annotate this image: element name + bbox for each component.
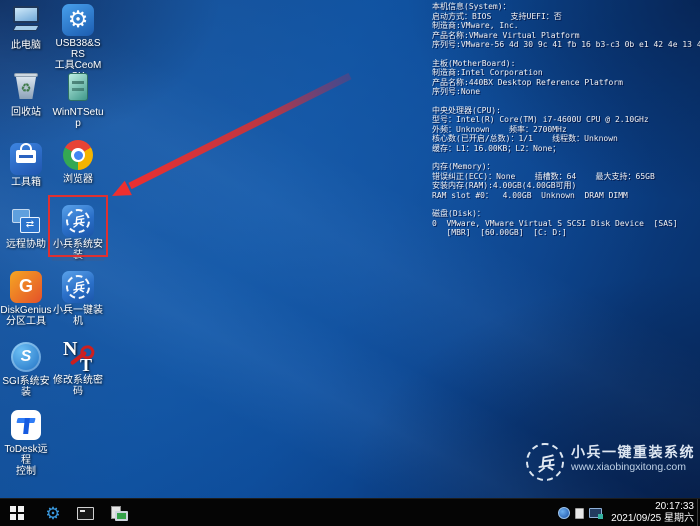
- todesk-icon: [9, 410, 43, 442]
- desktop-icon-recycle-bin[interactable]: ♻ 回收站: [0, 71, 52, 118]
- command-prompt-icon: [77, 507, 94, 520]
- brand-url: www.xiaobingxitong.com: [571, 461, 695, 474]
- sysinfo-line: 序列号:None: [432, 87, 698, 97]
- brand-logo-icon: 兵: [524, 441, 567, 484]
- desktop-icon-this-pc[interactable]: 此电脑: [0, 4, 52, 51]
- desktop-icon-toolbox[interactable]: 工具箱: [0, 139, 52, 188]
- sysinfo-line: 核心数(已开启/总数)：1/1 线程数：Unknown: [432, 134, 698, 144]
- desktop: 此电脑 ⚙ USB38&SRS工具CeoMSX ♻ 回收站 WinNTSetup…: [0, 0, 700, 526]
- gear-icon: ⚙: [61, 4, 95, 36]
- sysinfo-line: 序列号:VMware-56 4d 30 9c 41 fb 16 b3-c3 0b…: [432, 40, 698, 50]
- gear-icon: ⚙: [45, 505, 60, 522]
- icon-label: WinNTSetup: [52, 107, 104, 129]
- desktop-icon-todesk[interactable]: ToDesk远程控制: [0, 409, 52, 477]
- icon-label: 修改系统密码: [52, 375, 104, 397]
- sysinfo-line: 产品名称:VMware Virtual Platform: [432, 31, 698, 41]
- desktop-icon-winntsetup[interactable]: WinNTSetup: [52, 71, 104, 129]
- display-tray-icon[interactable]: [589, 508, 602, 518]
- icon-label: 小兵一键装机: [52, 305, 104, 327]
- system-monitor-icon: [110, 506, 128, 521]
- chrome-browser-icon: [61, 140, 95, 172]
- sysinfo-line: RAM slot #0： 4.00GB Unknown DRAM DIMM: [432, 191, 698, 201]
- desktop-icon-browser[interactable]: 浏览器: [52, 139, 104, 185]
- sysinfo-section-title: 本机信息(System)：: [432, 2, 698, 12]
- icon-label: 工具箱: [0, 177, 52, 188]
- desktop-icon-remote-assist[interactable]: ⇄ 远程协助: [0, 205, 52, 250]
- sysinfo-line: 产品名称:440BX Desktop Reference Platform: [432, 78, 698, 88]
- sysinfo-section-title: 磁盘(Disk)：: [432, 209, 698, 219]
- xiaobing-logo-icon: 兵: [61, 271, 95, 303]
- windows-logo-icon: [10, 506, 25, 521]
- start-button[interactable]: [2, 499, 32, 526]
- taskbar: ⚙ 20:17:33 2021/09/25 星期六: [0, 498, 700, 526]
- taskbar-system-monitor-button[interactable]: [104, 499, 134, 526]
- brand-watermark: 兵 小兵一键重装系统 www.xiaobingxitong.com: [526, 443, 695, 481]
- sysinfo-line: 外频：Unknown 频率：2700MHz: [432, 125, 698, 135]
- clock-date: 2021/09/25 星期六: [611, 513, 694, 525]
- desktop-icon-xiaobing-onekey[interactable]: 兵 小兵一键装机: [52, 271, 104, 327]
- remote-assist-icon: ⇄: [9, 205, 43, 237]
- sysinfo-section-title: 中央处理器(CPU):: [432, 106, 698, 116]
- sysinfo-section-title: 主板(MotherBoard):: [432, 59, 698, 69]
- toolbox-icon: [9, 143, 43, 175]
- network-globe-icon[interactable]: [558, 507, 570, 519]
- icon-label: 远程协助: [0, 239, 52, 250]
- icon-label: SGI系统安装: [0, 376, 52, 398]
- icon-label: 小兵系统安装: [52, 239, 104, 261]
- sysinfo-section-title: 内存(Memory)：: [432, 162, 698, 172]
- system-info-panel: 本机信息(System)：启动方式：BIOS 支持UEFI：否制造商:VMwar…: [432, 2, 698, 238]
- diskgenius-icon: G: [9, 271, 43, 303]
- desktop-icon-sgi-install[interactable]: S SGI系统安装: [0, 341, 52, 398]
- xiaobing-logo-icon: 兵: [61, 205, 95, 237]
- icon-label: 此电脑: [0, 40, 52, 51]
- icon-label: ToDesk远程控制: [0, 444, 52, 477]
- sysinfo-line: 缓存：L1：16.00KB；L2：None；: [432, 144, 698, 154]
- sysinfo-line: 0 VMware, VMware Virtual S SCSI Disk Dev…: [432, 219, 698, 229]
- brand-name: 小兵一键重装系统: [571, 443, 695, 461]
- recycle-bin-icon: ♻: [9, 73, 43, 105]
- desktop-icon-change-password[interactable]: NT 修改系统密码: [52, 341, 104, 397]
- sysinfo-line: 型号：Intel(R) Core(TM) i7-4600U CPU @ 2.10…: [432, 115, 698, 125]
- sysinfo-line: 错误纠正(ECC)：None 插槽数：64 最大支持：65GB: [432, 172, 698, 182]
- clock-time: 20:17:33: [611, 501, 694, 513]
- taskbar-installer-gear-button[interactable]: ⚙: [38, 499, 68, 526]
- system-tray: [558, 499, 602, 526]
- nt-key-icon: NT: [61, 341, 95, 373]
- icon-label: DiskGenius分区工具: [0, 305, 52, 327]
- icon-label: 浏览器: [52, 174, 104, 185]
- icon-label: 回收站: [0, 107, 52, 118]
- sysinfo-line: 安装内存(RAM):4.00GB(4.00GB可用): [432, 181, 698, 191]
- sysinfo-line: 制造商:VMware, Inc.: [432, 21, 698, 31]
- desktop-icon-diskgenius[interactable]: G DiskGenius分区工具: [0, 271, 52, 327]
- desktop-icon-xiaobing-install[interactable]: 兵 小兵系统安装: [52, 205, 104, 261]
- taskbar-command-prompt-button[interactable]: [70, 499, 100, 526]
- sgi-icon: S: [9, 342, 43, 374]
- sysinfo-line: 制造商:Intel Corporation: [432, 68, 698, 78]
- sysinfo-line: 启动方式：BIOS 支持UEFI：否: [432, 12, 698, 22]
- document-tray-icon[interactable]: [575, 508, 584, 519]
- this-pc-icon: [9, 6, 43, 38]
- winntsetup-icon: [61, 73, 95, 105]
- sysinfo-line: [MBR] [60.00GB] [C: D:]: [432, 228, 698, 238]
- taskbar-clock[interactable]: 20:17:33 2021/09/25 星期六: [611, 501, 694, 525]
